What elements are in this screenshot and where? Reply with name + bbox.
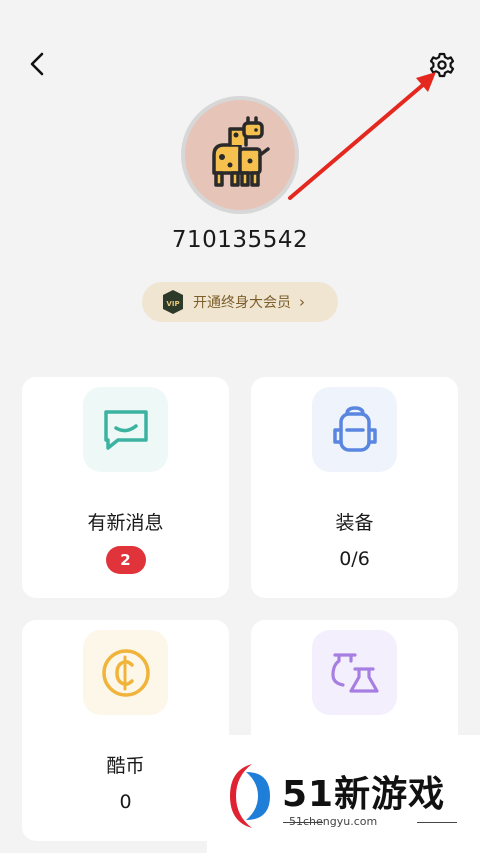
coin-icon: [101, 648, 150, 697]
equipment-count: 0/6: [339, 548, 370, 570]
vip-membership-button[interactable]: VIP 开通终身大会员 ›: [142, 282, 338, 322]
card-messages[interactable]: 有新消息 2: [22, 377, 229, 598]
giraffe-icon: [212, 116, 270, 187]
watermark-brand: 51新游戏: [282, 774, 446, 815]
settings-button[interactable]: [426, 49, 458, 81]
backpack-icon: [332, 405, 377, 452]
message-icon: [103, 409, 148, 450]
watermark-divider: [417, 822, 457, 823]
card-title: 有新消息: [87, 512, 164, 534]
coin-balance: 0: [119, 791, 132, 813]
gear-icon: [429, 52, 455, 78]
vip-badge-icon: VIP: [163, 290, 183, 314]
flask-icon: [330, 652, 379, 693]
unread-count-badge: 2: [105, 546, 146, 574]
avatar[interactable]: [181, 96, 299, 214]
flask-icon-box: [312, 630, 397, 715]
vip-label: 开通终身大会员: [193, 295, 291, 311]
watermark-logo-icon: [230, 764, 270, 828]
card-title: 酷币: [106, 755, 145, 777]
watermark: 51新游戏 51chengyu.com: [207, 735, 480, 853]
card-equipment[interactable]: 装备 0/6: [251, 377, 458, 598]
backpack-icon-box: [312, 387, 397, 472]
chevron-left-icon: [30, 52, 44, 76]
message-icon-box: [83, 387, 168, 472]
vip-badge-text: VIP: [166, 300, 179, 308]
chevron-right-icon: ›: [299, 293, 305, 311]
card-title: 装备: [335, 512, 374, 534]
back-button[interactable]: [22, 48, 54, 80]
watermark-url: 51chengyu.com: [289, 815, 378, 828]
coin-icon-box: [83, 630, 168, 715]
user-id: 710135542: [171, 227, 309, 253]
card-coins[interactable]: 酷币 0: [22, 620, 229, 841]
